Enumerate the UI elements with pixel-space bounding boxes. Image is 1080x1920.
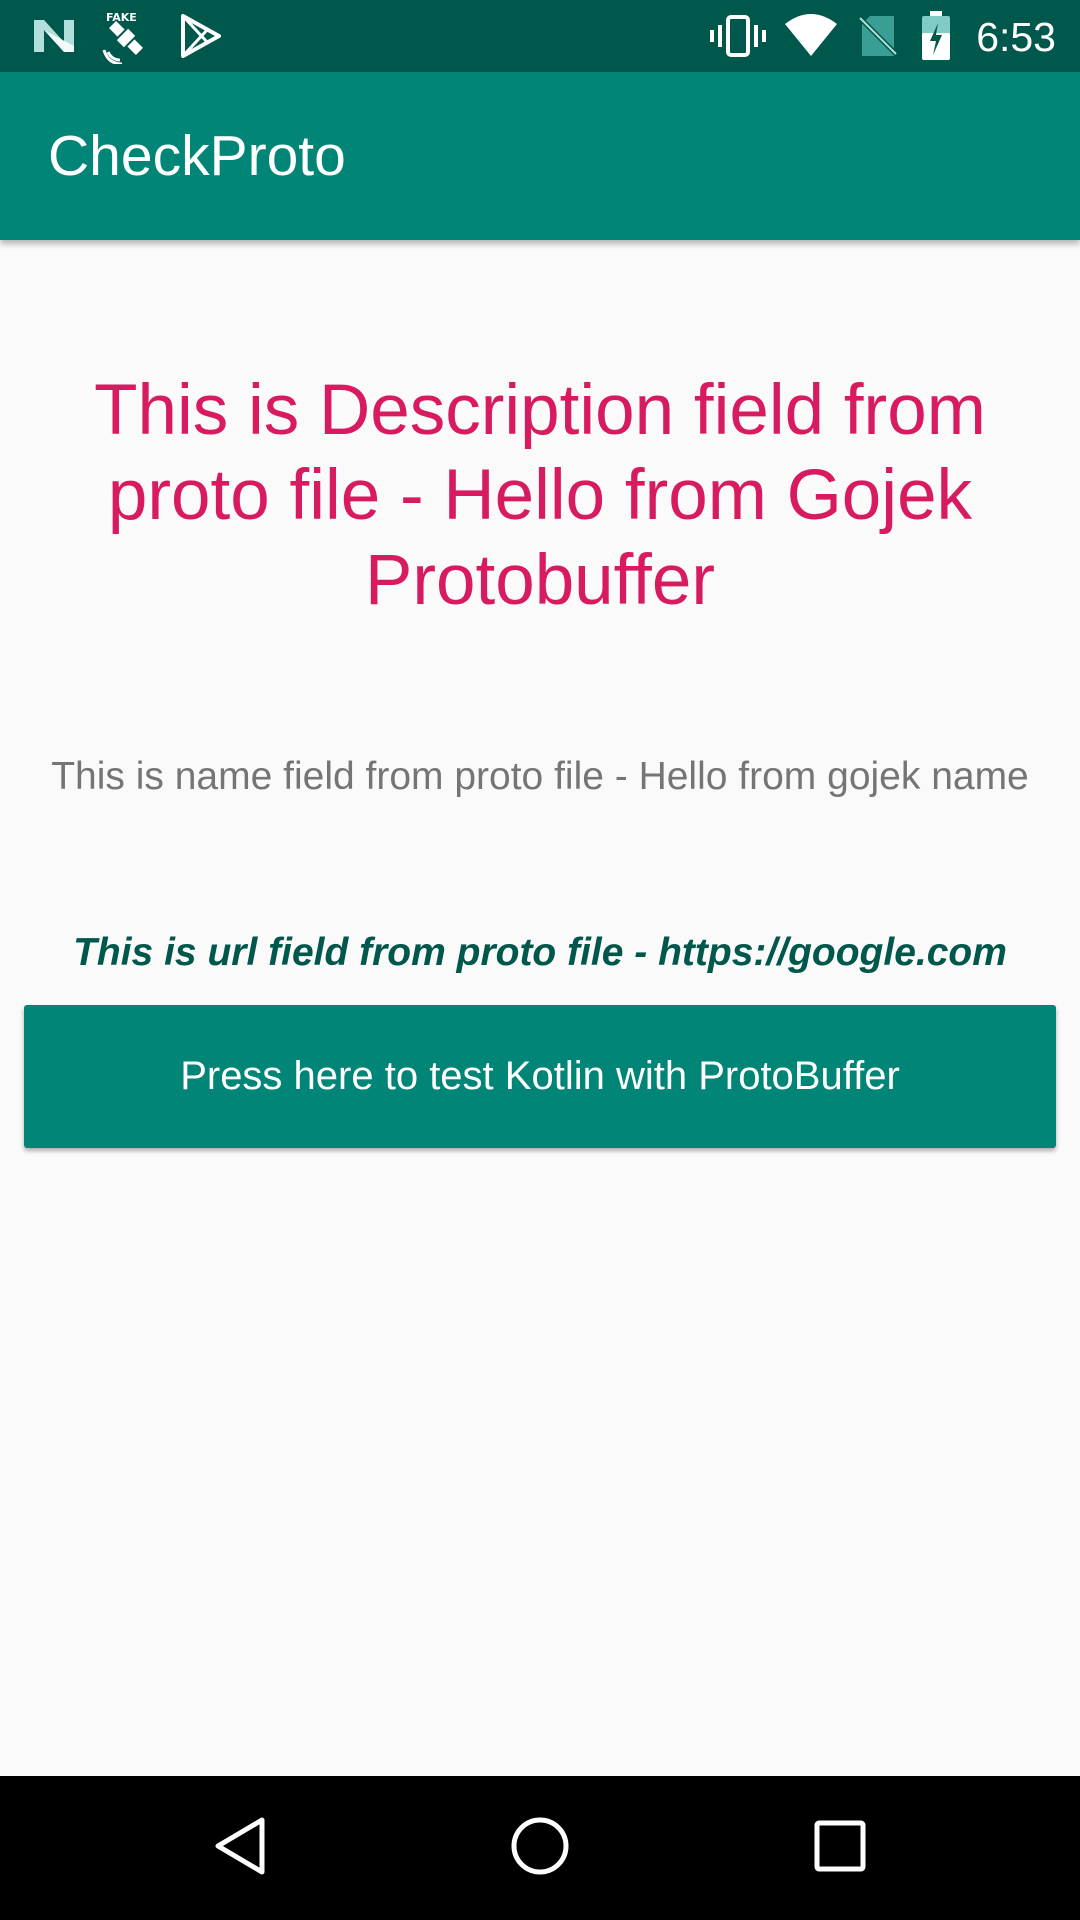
- app-bar: CheckProto: [0, 72, 1080, 240]
- home-icon: [510, 1816, 570, 1881]
- notification-n-icon: [30, 0, 78, 72]
- no-sim-icon: [854, 0, 902, 72]
- wifi-icon: [780, 0, 842, 72]
- status-clock: 6:53: [976, 14, 1056, 60]
- url-text: This is url field from proto file - http…: [73, 931, 1007, 974]
- navigation-bar: [0, 1776, 1080, 1920]
- recents-button[interactable]: [760, 1776, 920, 1920]
- vibrate-icon: [708, 0, 768, 72]
- status-bar: FAKE 6:53: [0, 0, 1080, 72]
- play-store-icon: [176, 0, 224, 72]
- recents-icon: [813, 1819, 867, 1878]
- app-title: CheckProto: [48, 124, 346, 188]
- description-text: This is Description field from proto fil…: [94, 371, 986, 620]
- home-button[interactable]: [460, 1776, 620, 1920]
- fake-badge-text: FAKE: [106, 11, 137, 24]
- battery-charging-icon: [918, 0, 954, 72]
- screen: FAKE 6:53 CheckProto This is Description…: [0, 0, 1080, 1920]
- back-icon: [212, 1816, 268, 1881]
- name-text: This is name field from proto file - Hel…: [51, 755, 1029, 798]
- back-button[interactable]: [160, 1776, 320, 1920]
- fake-gps-satellite-icon: FAKE: [98, 0, 154, 72]
- test-kotlin-protobuffer-button[interactable]: Press here to test Kotlin with ProtoBuff…: [24, 1005, 1056, 1148]
- test-kotlin-protobuffer-button-label: Press here to test Kotlin with ProtoBuff…: [180, 1054, 900, 1098]
